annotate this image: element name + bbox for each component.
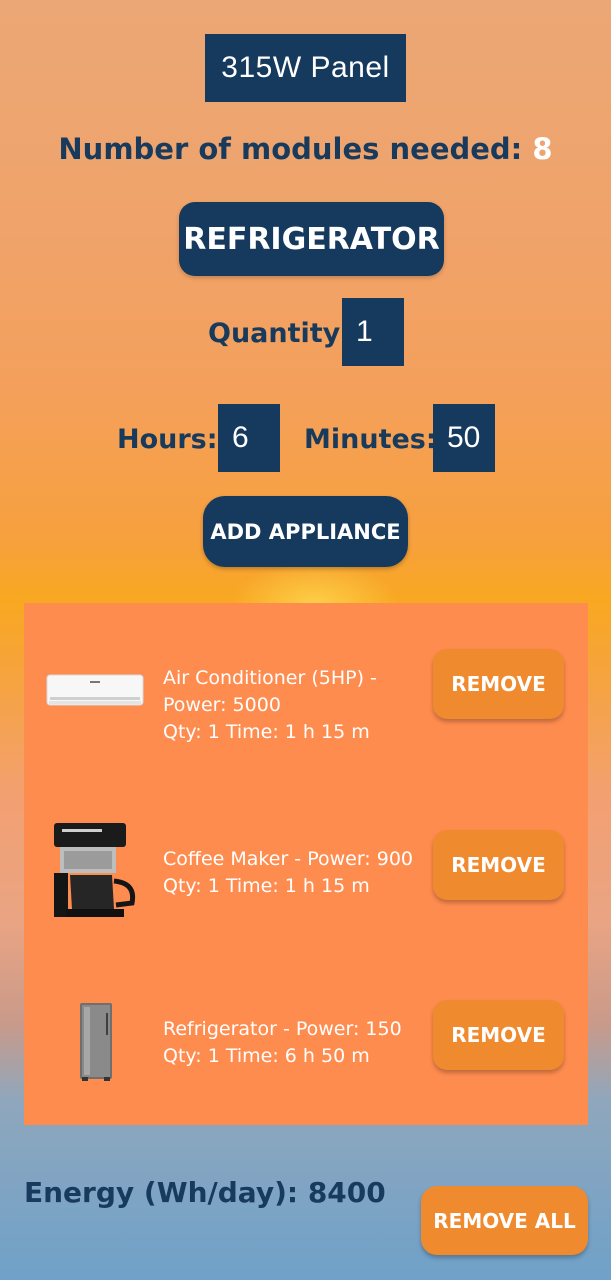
panel-type-label: 315W Panel [221, 51, 390, 84]
appliance-selector-label: REFRIGERATOR [183, 221, 440, 257]
appliance-name-line: Air Conditioner (5HP) - [163, 667, 377, 689]
appliance-power-line: Power: 5000 [163, 694, 281, 716]
appliance-name-line: Refrigerator - Power: 150 [163, 1018, 402, 1040]
hours-label: Hours: [117, 424, 218, 455]
appliance-details: Air Conditioner (5HP) - Power: 5000 Qty:… [163, 665, 433, 746]
remove-all-button[interactable]: REMOVE ALL [421, 1186, 588, 1255]
list-item: Coffee Maker - Power: 900 Qty: 1 Time: 1… [24, 823, 588, 933]
remove-label: REMOVE [451, 853, 546, 877]
air-conditioner-icon [46, 667, 144, 720]
remove-label: REMOVE [451, 672, 546, 696]
remove-button[interactable]: REMOVE [433, 1000, 564, 1070]
hours-value: 6 [232, 421, 249, 454]
refrigerator-icon [78, 1003, 114, 1086]
appliance-name-line: Coffee Maker - Power: 900 [163, 848, 414, 870]
coffee-maker-icon [52, 823, 142, 924]
energy-label: Energy (Wh/day): [24, 1176, 299, 1209]
appliance-qty-time-line: Qty: 1 Time: 1 h 15 m [163, 875, 370, 897]
quantity-value: 1 [356, 315, 373, 348]
list-item: Refrigerator - Power: 150 Qty: 1 Time: 6… [24, 999, 588, 1089]
remove-all-label: REMOVE ALL [433, 1208, 576, 1233]
remove-button[interactable]: REMOVE [433, 830, 564, 900]
list-item: Air Conditioner (5HP) - Power: 5000 Qty:… [24, 647, 588, 777]
hours-input[interactable]: 6 [218, 404, 280, 472]
energy-total: Energy (Wh/day): 8400 [24, 1176, 386, 1209]
quantity-input[interactable]: 1 [342, 298, 404, 366]
appliance-selector-button[interactable]: REFRIGERATOR [179, 202, 444, 276]
minutes-input[interactable]: 50 [433, 404, 495, 472]
modules-needed-label: Number of modules needed: [58, 132, 523, 166]
appliance-details: Coffee Maker - Power: 900 Qty: 1 Time: 1… [163, 846, 443, 900]
appliance-list: Air Conditioner (5HP) - Power: 5000 Qty:… [24, 603, 588, 1125]
add-appliance-label: ADD APPLIANCE [210, 519, 401, 544]
minutes-value: 50 [447, 421, 481, 454]
quantity-label: Quantity: [208, 318, 352, 349]
appliance-qty-time-line: Qty: 1 Time: 6 h 50 m [163, 1045, 370, 1067]
appliance-details: Refrigerator - Power: 150 Qty: 1 Time: 6… [163, 1016, 433, 1070]
modules-needed: Number of modules needed: 8 [0, 132, 611, 166]
add-appliance-button[interactable]: ADD APPLIANCE [203, 496, 408, 567]
appliance-qty-time-line: Qty: 1 Time: 1 h 15 m [163, 721, 370, 743]
panel-type-selector[interactable]: 315W Panel [205, 34, 406, 102]
modules-needed-value: 8 [532, 132, 553, 166]
minutes-label: Minutes: [304, 424, 437, 455]
energy-value: 8400 [307, 1176, 386, 1209]
remove-label: REMOVE [451, 1023, 546, 1047]
remove-button[interactable]: REMOVE [433, 649, 564, 719]
